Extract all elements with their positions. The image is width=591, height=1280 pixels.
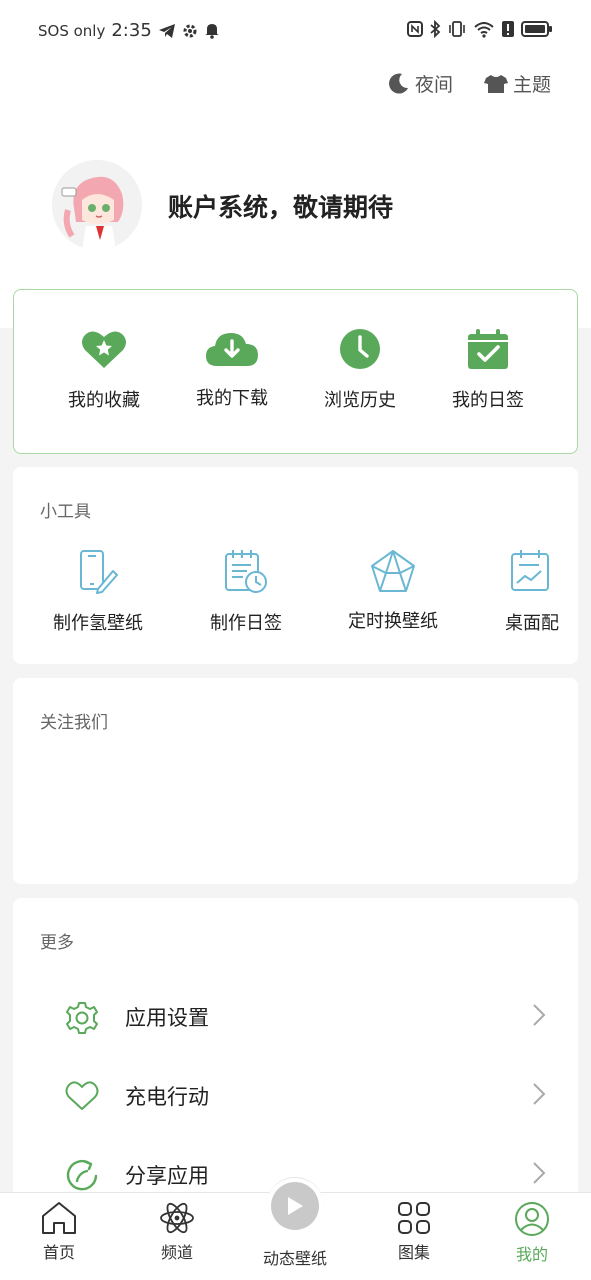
chevron-right-icon <box>533 1004 546 1026</box>
daily-sign-button[interactable]: 我的日签 <box>423 328 553 412</box>
carrier-text: SOS only <box>38 21 106 40</box>
nav-live-wallpaper[interactable] <box>271 1182 319 1230</box>
history-label: 浏览历史 <box>324 390 396 411</box>
more-card: 更多 应用设置 充电行动 分享应用 <box>13 898 578 1198</box>
nav-channel-label: 频道 <box>160 1243 193 1262</box>
profile-title: 账户系统，敬请期待 <box>168 193 394 222</box>
tool-timed-wallpaper-label: 定时换壁纸 <box>348 611 438 632</box>
home-icon <box>42 1202 76 1234</box>
chevron-right-icon <box>533 1083 546 1105</box>
atom-icon <box>160 1202 194 1234</box>
bluetooth-icon <box>430 20 441 38</box>
nav-gallery-label: 图集 <box>397 1243 430 1262</box>
anime-avatar-icon <box>52 160 142 250</box>
nav-mine-label: 我的 <box>515 1245 548 1264</box>
status-right <box>407 20 553 38</box>
heart-outline-icon <box>65 1081 99 1110</box>
moon-icon <box>389 73 408 94</box>
user-icon <box>515 1202 549 1236</box>
nav-channel[interactable]: 频道 <box>122 1201 232 1263</box>
bottom-nav: 首页 频道 动态壁纸 图集 我的 <box>0 1177 591 1280</box>
history-button[interactable]: 浏览历史 <box>295 328 425 412</box>
nav-home-label: 首页 <box>42 1243 75 1262</box>
calendar-clock-icon <box>225 550 267 593</box>
heart-star-icon <box>82 331 126 368</box>
tool-desktop[interactable]: 桌面配 <box>505 549 559 635</box>
settings-label: 应用设置 <box>125 1006 209 1030</box>
battery-icon <box>521 21 552 37</box>
wifi-icon <box>474 22 494 38</box>
daily-sign-label: 我的日签 <box>452 390 524 411</box>
downloads-button[interactable]: 我的下载 <box>167 328 297 410</box>
nfc-icon <box>407 21 423 37</box>
pentagon-star-icon <box>371 550 415 592</box>
telegram-icon <box>158 23 175 38</box>
theme-button[interactable]: 主题 <box>483 70 551 97</box>
avatar[interactable] <box>52 160 142 250</box>
tshirt-icon <box>483 74 508 93</box>
tools-title: 小工具 <box>40 502 91 522</box>
follow-card: 关注我们 <box>13 678 578 884</box>
nav-mine[interactable]: 我的 <box>477 1201 587 1265</box>
bell-icon <box>204 24 219 39</box>
calendar-check-icon <box>468 329 508 369</box>
charging-row[interactable]: 充电行动 <box>13 1066 578 1126</box>
phone-pen-icon <box>80 550 118 594</box>
downloads-label: 我的下载 <box>196 388 268 409</box>
tool-make-wallpaper[interactable]: 制作氢壁纸 <box>53 549 143 635</box>
tool-make-daily-sign-label: 制作日签 <box>210 613 282 634</box>
more-title: 更多 <box>40 933 74 953</box>
share-label: 分享应用 <box>125 1164 209 1188</box>
share-refresh-icon <box>66 1159 98 1191</box>
clock-text: 2:35 <box>111 20 152 41</box>
tool-desktop-label: 桌面配 <box>505 613 559 634</box>
tool-make-daily-sign[interactable]: 制作日签 <box>210 549 282 635</box>
vibrate-icon <box>449 21 465 37</box>
favorites-button[interactable]: 我的收藏 <box>39 328 169 412</box>
settings-row[interactable]: 应用设置 <box>13 987 578 1047</box>
theme-label: 主题 <box>512 74 551 96</box>
alert-icon <box>502 21 514 37</box>
top-actions: 夜间 主题 <box>385 70 551 97</box>
calendar-chart-icon <box>511 550 549 591</box>
night-mode-button[interactable]: 夜间 <box>385 70 453 97</box>
tool-timed-wallpaper[interactable]: 定时换壁纸 <box>348 549 438 633</box>
nav-live-wallpaper-label[interactable]: 动态壁纸 <box>245 1245 345 1269</box>
cloud-download-icon <box>206 333 258 366</box>
status-left: SOS only 2:35 <box>38 20 220 41</box>
quick-actions-card: 我的收藏 我的下载 浏览历史 我的日签 <box>13 289 578 454</box>
play-icon <box>288 1197 303 1215</box>
tool-make-wallpaper-label: 制作氢壁纸 <box>53 613 143 634</box>
settings-icon <box>66 1002 98 1034</box>
clock-icon <box>340 329 380 369</box>
follow-title: 关注我们 <box>40 713 108 733</box>
chevron-right-icon <box>533 1162 546 1184</box>
night-label: 夜间 <box>414 74 453 96</box>
nav-home[interactable]: 首页 <box>4 1201 114 1263</box>
tools-card: 小工具 制作氢壁纸 制作日签 定时换壁纸 桌面配 <box>13 467 578 664</box>
nav-gallery[interactable]: 图集 <box>359 1201 469 1263</box>
charging-label: 充电行动 <box>125 1085 209 1109</box>
grid-icon <box>398 1202 430 1234</box>
gear-icon <box>183 24 197 37</box>
favorites-label: 我的收藏 <box>68 390 140 411</box>
status-bar: SOS only 2:35 <box>0 0 591 66</box>
